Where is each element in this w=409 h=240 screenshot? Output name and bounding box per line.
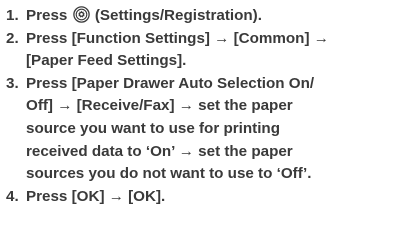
step-text-line: Off] → [Receive/Fax] → set the paper — [26, 97, 293, 115]
step-3: 3. Press [Paper Drawer Auto Selection On… — [6, 73, 406, 186]
step-text-line: Press [Function Settings] → [Common] → — [26, 29, 329, 47]
step-4: 4. Press [OK] → [OK]. — [6, 186, 406, 209]
step-text: Press (Settings/Registration). — [26, 5, 406, 28]
step-text-line: [Paper Feed Settings]. — [26, 52, 187, 70]
step-number: 2. — [6, 29, 19, 47]
step-text-line: Press [Paper Drawer Auto Selection On/ — [26, 74, 315, 92]
procedure-steps: 1. Press (Settings/Registration). 2. Pre… — [6, 5, 406, 208]
step-number: 3. — [6, 74, 19, 92]
step-text-line: source you want to use for printing — [26, 119, 280, 137]
step-2: 2. Press [Function Settings] → [Common] … — [6, 28, 406, 73]
step-text: Press [Paper Drawer Auto Selection On/ O… — [26, 73, 406, 186]
step-text: Press [OK] → [OK]. — [26, 187, 166, 205]
settings-registration-icon — [72, 6, 90, 23]
step-text-suffix: (Settings/Registration). — [94, 7, 262, 24]
step-number: 1. — [6, 7, 19, 24]
step-text-prefix: Press — [26, 7, 68, 24]
step-text-line: sources you do not want to use to ‘Off’. — [26, 165, 312, 183]
step-number: 4. — [6, 187, 19, 205]
step-text: Press [Function Settings] → [Common] → [… — [26, 28, 406, 73]
step-1: 1. Press (Settings/Registration). — [6, 5, 406, 28]
step-text-line: received data to ‘On’ → set the paper — [26, 142, 293, 160]
